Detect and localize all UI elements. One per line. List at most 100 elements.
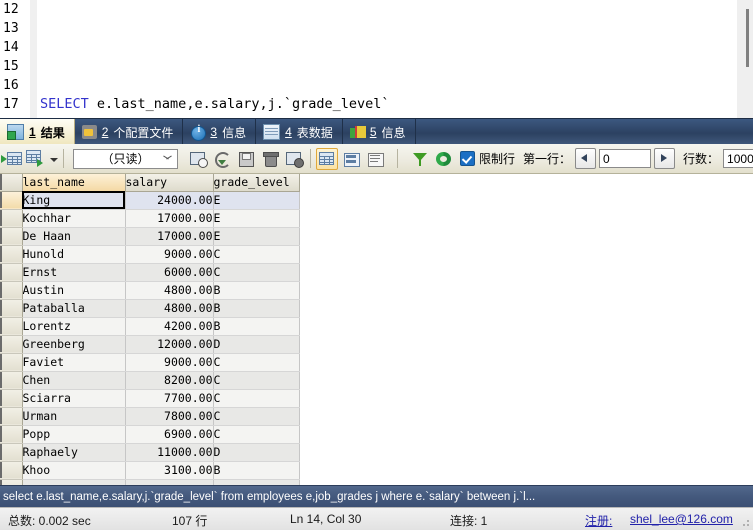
cell-salary[interactable]: 12000.00 [125, 335, 214, 354]
cell-last-name[interactable]: Chen [22, 371, 126, 390]
cell-salary[interactable]: 7700.00 [125, 389, 214, 408]
cell-grade-level[interactable]: B [213, 299, 300, 318]
table-row[interactable]: Faviet 9000.00 C [0, 353, 300, 372]
table-row[interactable]: De Haan 17000.00 E [0, 227, 300, 246]
cell-grade-level[interactable]: E [213, 209, 300, 228]
cell-grade-level[interactable]: C [213, 389, 300, 408]
cell-grade-level[interactable]: C [213, 263, 300, 282]
row-select-cell[interactable] [0, 371, 23, 390]
cell-last-name[interactable]: Hunold [22, 245, 126, 264]
row-select-cell[interactable] [0, 209, 23, 228]
save-button[interactable] [235, 148, 257, 170]
tab-messages[interactable]: 3 信息 [183, 119, 257, 145]
row-select-cell[interactable] [0, 335, 23, 354]
cell-salary[interactable]: 6900.00 [125, 425, 214, 444]
row-checkbox[interactable] [0, 300, 2, 316]
first-row-prev-button[interactable] [575, 148, 597, 169]
cell-salary[interactable]: 17000.00 [125, 227, 214, 246]
cell-salary[interactable]: 7800.00 [125, 407, 214, 426]
cell-grade-level[interactable]: B [213, 317, 300, 336]
row-select-cell[interactable] [0, 299, 23, 318]
grid-view-button[interactable] [316, 147, 338, 170]
row-select-cell[interactable] [0, 245, 23, 264]
cell-last-name[interactable]: Khoo [22, 461, 126, 480]
cell-grade-level[interactable]: D [213, 335, 300, 354]
cell-grade-level[interactable]: E [213, 191, 300, 210]
cell-salary[interactable]: 17000.00 [125, 209, 214, 228]
cell-last-name[interactable]: Greenberg [22, 335, 126, 354]
row-checkbox[interactable] [0, 444, 2, 460]
cell-salary[interactable]: 8200.00 [125, 371, 214, 390]
delete-row-button[interactable] [283, 148, 305, 170]
first-row-next-button[interactable] [654, 148, 676, 169]
cell-last-name[interactable]: Austin [22, 281, 126, 300]
row-select-cell[interactable] [0, 263, 23, 282]
result-tab-strip[interactable]: 1 结果 2 个配置文件 3 信息 4 表数据 5 信息 [0, 118, 753, 145]
cell-last-name[interactable]: Popp [22, 425, 126, 444]
row-checkbox[interactable] [0, 354, 2, 370]
cell-salary[interactable]: 4800.00 [125, 281, 214, 300]
cell-last-name[interactable]: Lorentz [22, 317, 126, 336]
editor-scrollbar-thumb[interactable] [746, 9, 749, 67]
cell-grade-level[interactable]: C [213, 371, 300, 390]
sql-code-text[interactable]: SELECT e.last_name,e.salary,j.`grade_lev… [40, 0, 733, 118]
tab-profiles[interactable]: 2 个配置文件 [75, 119, 184, 145]
cell-grade-level[interactable]: C [213, 425, 300, 444]
register-link[interactable]: 注册: [585, 512, 612, 529]
cell-last-name[interactable]: Faviet [22, 353, 126, 372]
cell-last-name[interactable]: Sciarra [22, 389, 126, 408]
row-select-cell[interactable] [0, 353, 23, 372]
cell-salary[interactable]: 3100.00 [125, 461, 214, 480]
select-all-header[interactable] [0, 174, 23, 192]
cell-grade-level[interactable]: C [213, 353, 300, 372]
row-checkbox[interactable] [0, 336, 2, 352]
table-row[interactable]: Austin 4800.00 B [0, 281, 300, 300]
cell-grade-level[interactable]: B [213, 281, 300, 300]
table-row[interactable]: Lorentz 4200.00 B [0, 317, 300, 336]
cell-grade-level[interactable]: D [213, 443, 300, 462]
result-table[interactable]: last_name salary grade_level King 24000.… [0, 174, 300, 485]
table-row[interactable]: Popp 6900.00 C [0, 425, 300, 444]
register-email-link[interactable]: shel_lee@126.com [630, 512, 733, 526]
table-row[interactable]: Sciarra 7700.00 C [0, 389, 300, 408]
cell-salary[interactable]: 9000.00 [125, 353, 214, 372]
column-header-last-name[interactable]: last_name [22, 174, 126, 192]
editor-vertical-scrollbar[interactable] [737, 0, 753, 118]
table-row[interactable]: Chen 8200.00 C [0, 371, 300, 390]
table-row[interactable]: Khoo 3100.00 B [0, 461, 300, 480]
result-toolbar[interactable]: （只读） 限制行 第一行： 0 行数： 1000 [0, 144, 753, 174]
cell-grade-level[interactable]: C [213, 245, 300, 264]
column-header-salary[interactable]: salary [125, 174, 214, 192]
insert-row-button[interactable] [1, 148, 23, 170]
text-view-button[interactable] [364, 148, 386, 170]
cell-last-name[interactable]: Raphaely [22, 443, 126, 462]
duplicate-row-button[interactable] [25, 148, 47, 170]
cell-salary[interactable]: 11000.00 [125, 443, 214, 462]
table-row[interactable]: Kochhar 17000.00 E [0, 209, 300, 228]
row-select-cell[interactable] [0, 281, 23, 300]
row-select-cell[interactable] [0, 389, 23, 408]
table-row[interactable]: Hunold 9000.00 C [0, 245, 300, 264]
row-checkbox[interactable] [0, 462, 2, 478]
row-select-cell[interactable] [0, 407, 23, 426]
edit-mode-combo[interactable]: （只读） [73, 148, 178, 169]
tab-result[interactable]: 1 结果 [0, 119, 75, 145]
table-row[interactable]: Ernst 6000.00 C [0, 263, 300, 282]
row-checkbox[interactable] [0, 228, 2, 244]
row-checkbox[interactable] [0, 282, 2, 298]
row-checkbox[interactable] [0, 192, 2, 208]
cell-salary[interactable]: 6000.00 [125, 263, 214, 282]
row-checkbox[interactable] [0, 210, 2, 226]
row-checkbox[interactable] [0, 264, 2, 280]
tab-info[interactable]: 5 信息 [343, 119, 416, 145]
cell-last-name[interactable]: De Haan [22, 227, 126, 246]
table-row[interactable]: King 24000.00 E [0, 191, 300, 210]
filter-button[interactable] [409, 148, 431, 170]
row-checkbox[interactable] [0, 318, 2, 334]
cell-grade-level[interactable]: E [213, 227, 300, 246]
row-select-cell[interactable] [0, 191, 23, 210]
first-row-input[interactable]: 0 [599, 149, 652, 168]
refresh-button[interactable] [433, 148, 455, 170]
row-select-cell[interactable] [0, 461, 23, 480]
cell-salary[interactable]: 24000.00 [125, 191, 214, 210]
